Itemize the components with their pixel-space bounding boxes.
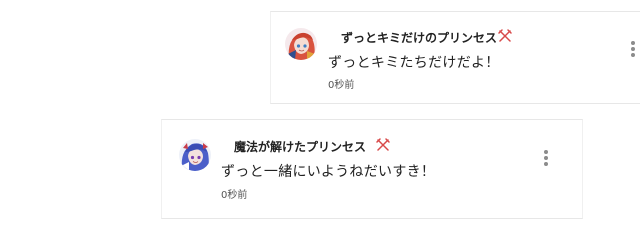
more-options-icon[interactable] [629,41,637,61]
comment-card: 魔法が解けたプリンセス ずっと一緒にいようねだいすき！ 0秒前 [161,119,583,219]
comment-timestamp: 0秒前 [328,80,355,91]
author-name: ずっとキミだけのプリンセス [341,31,498,45]
comment-timestamp: 0秒前 [221,190,248,201]
comment-card: ずっとキミだけのプリンセス ずっとキミたちだけだよ！ 0秒前 [270,11,640,104]
comment-message: ずっとキミたちだけだよ！ [328,55,500,71]
crossed-swords-badge-icon [498,29,512,42]
avatar-blue-hair-character-icon[interactable] [179,139,211,171]
avatar-red-hair-character-icon[interactable] [285,28,317,60]
more-options-icon[interactable] [542,150,550,170]
comment-message: ずっと一緒にいようねだいすき！ [221,164,436,180]
author-name: 魔法が解けたプリンセス [234,140,367,154]
crossed-swords-badge-icon [376,138,390,151]
